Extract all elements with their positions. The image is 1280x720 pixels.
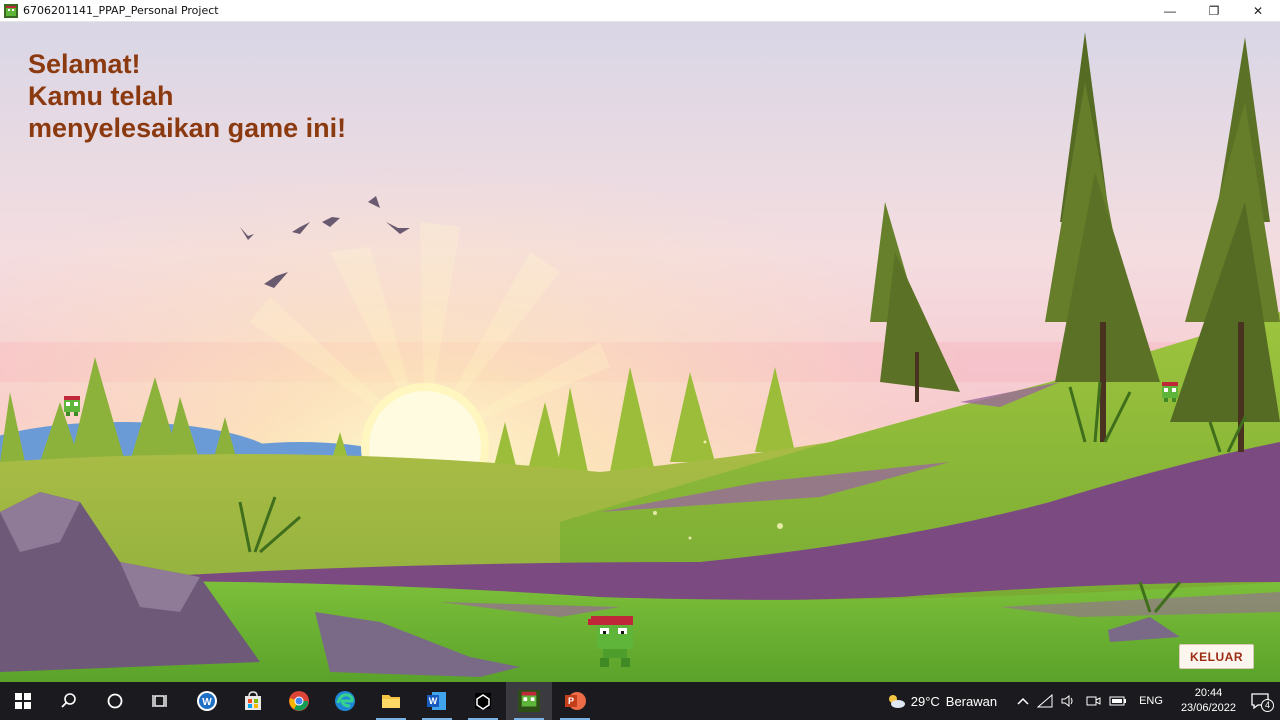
frog-game-icon bbox=[518, 690, 540, 712]
taskbar-game[interactable] bbox=[506, 682, 552, 720]
frog-sprite-small-left bbox=[64, 396, 80, 416]
notification-count: 4 bbox=[1260, 699, 1274, 712]
taskbar-file-explorer[interactable] bbox=[368, 682, 414, 720]
taskbar-powerpoint[interactable]: P bbox=[552, 682, 598, 720]
taskbar-chrome[interactable] bbox=[276, 682, 322, 720]
message-line-2: Kamu telah bbox=[28, 81, 174, 111]
frog-sprite-small-right bbox=[1162, 382, 1178, 402]
taskbar-unity[interactable] bbox=[460, 682, 506, 720]
battery-button[interactable] bbox=[1109, 695, 1127, 707]
unity-icon bbox=[475, 693, 491, 710]
svg-text:P: P bbox=[568, 696, 574, 706]
taskbar-app-w[interactable]: W bbox=[184, 682, 230, 720]
volume-button[interactable] bbox=[1061, 694, 1077, 708]
frog-app-icon bbox=[4, 3, 18, 18]
cortana-circle-icon bbox=[107, 693, 123, 709]
battery-icon bbox=[1109, 696, 1127, 706]
windows-logo-icon bbox=[15, 693, 31, 709]
meet-now-button[interactable] bbox=[1085, 694, 1101, 708]
svg-text:W: W bbox=[202, 697, 212, 708]
weather-temperature: 29°C bbox=[910, 693, 940, 709]
window-title: 6706201141_PPAP_Personal Project bbox=[23, 4, 219, 17]
congratulations-message: Selamat! Kamu telah menyelesaikan game i… bbox=[28, 48, 346, 144]
maximize-button[interactable]: ❐ bbox=[1192, 0, 1236, 22]
input-language[interactable]: ENG bbox=[1139, 695, 1163, 707]
action-center-button[interactable]: 4 bbox=[1250, 692, 1274, 712]
camera-icon bbox=[1086, 696, 1101, 706]
clock[interactable]: 20:44 23/06/2022 bbox=[1181, 686, 1236, 716]
powerpoint-icon: P bbox=[565, 692, 586, 710]
message-line-3: menyelesaikan game ini! bbox=[28, 113, 347, 143]
minimize-button[interactable]: — bbox=[1148, 0, 1192, 22]
folder-icon bbox=[382, 695, 400, 708]
taskbar-edge[interactable] bbox=[322, 682, 368, 720]
partly-cloudy-icon bbox=[888, 695, 905, 708]
taskbar-store[interactable] bbox=[230, 682, 276, 720]
windows-taskbar: W W P 29°C Berawan ENG 20:44 23/06/2022 … bbox=[0, 682, 1280, 720]
wifi-icon bbox=[1037, 694, 1053, 708]
show-hidden-icons-button[interactable] bbox=[1017, 696, 1029, 706]
word-icon: W bbox=[427, 692, 446, 710]
weather-widget[interactable]: 29°C Berawan bbox=[885, 692, 1009, 710]
search-icon bbox=[61, 693, 76, 708]
store-bag-icon bbox=[245, 691, 261, 710]
task-view-button[interactable] bbox=[138, 682, 184, 720]
player-frog-sprite bbox=[588, 616, 633, 667]
taskbar-word[interactable]: W bbox=[414, 682, 460, 720]
window-titlebar: 6706201141_PPAP_Personal Project — ❐ ✕ bbox=[0, 0, 1280, 22]
cortana-button[interactable] bbox=[92, 682, 138, 720]
chrome-icon bbox=[289, 691, 309, 711]
w-app-icon: W bbox=[197, 691, 217, 711]
close-button[interactable]: ✕ bbox=[1236, 0, 1280, 22]
chevron-up-icon bbox=[1017, 697, 1029, 705]
clock-time: 20:44 bbox=[1194, 687, 1223, 699]
svg-text:W: W bbox=[429, 696, 438, 706]
exit-button[interactable]: KELUAR bbox=[1179, 644, 1254, 669]
network-button[interactable] bbox=[1037, 694, 1053, 708]
speaker-icon bbox=[1061, 695, 1073, 707]
system-tray: 29°C Berawan ENG 20:44 23/06/2022 4 bbox=[881, 682, 1280, 720]
start-button[interactable] bbox=[0, 682, 46, 720]
clock-date: 23/06/2022 bbox=[1180, 702, 1236, 714]
message-line-1: Selamat! bbox=[28, 49, 141, 79]
game-canvas: Selamat! Kamu telah menyelesaikan game i… bbox=[0, 22, 1280, 682]
search-button[interactable] bbox=[46, 682, 92, 720]
edge-icon bbox=[335, 691, 355, 711]
task-view-icon bbox=[152, 695, 167, 707]
weather-description: Berawan bbox=[945, 693, 998, 709]
